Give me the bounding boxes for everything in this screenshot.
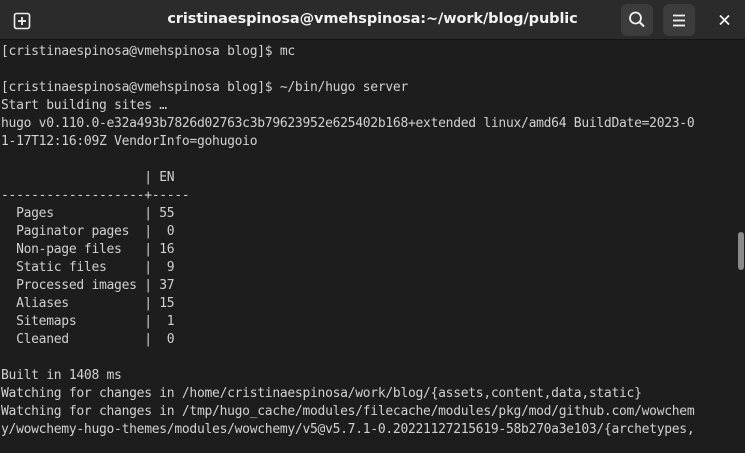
terminal-line: hugo v0.110.0-e32a493b7826d02763c3b79623… xyxy=(1,116,695,131)
terminal-line: 1-17T12:16:09Z VendorInfo=gohugoio xyxy=(1,134,258,149)
new-tab-icon xyxy=(13,12,31,30)
scrollbar-thumb[interactable] xyxy=(738,232,744,270)
close-icon xyxy=(719,14,730,26)
terminal-window: cristinaespinosa@vmehspinosa:~/work/blog… xyxy=(0,0,745,453)
terminal-line: | EN xyxy=(1,170,175,185)
terminal-line: Watching for changes in /home/cristinaes… xyxy=(1,386,642,401)
title-bar: cristinaespinosa@vmehspinosa:~/work/blog… xyxy=(0,0,745,40)
menu-button[interactable] xyxy=(663,4,695,36)
terminal-line: -------------------+----- xyxy=(1,188,190,203)
terminal-line: Static files | 9 xyxy=(1,260,175,275)
terminal-line: Non-page files | 16 xyxy=(1,242,175,257)
new-tab-button[interactable] xyxy=(6,4,38,36)
terminal-line: [cristinaespinosa@vmehspinosa blog]$ ~/b… xyxy=(1,80,408,95)
terminal-line: Pages | 55 xyxy=(1,206,175,221)
search-icon xyxy=(629,11,645,28)
terminal-line: Start building sites … xyxy=(1,98,167,113)
terminal-line: Aliases | 15 xyxy=(1,296,175,311)
terminal-line: Watching for changes in /tmp/hugo_cache/… xyxy=(1,404,695,419)
close-button[interactable] xyxy=(709,4,741,36)
terminal-line: Paginator pages | 0 xyxy=(1,224,175,239)
hamburger-menu-icon xyxy=(673,14,685,27)
terminal-line: y/wowchemy-hugo-themes/modules/wowchemy/… xyxy=(1,422,695,437)
scrollbar[interactable] xyxy=(738,40,745,453)
terminal-line: [cristinaespinosa@vmehspinosa blog]$ mc xyxy=(1,44,295,59)
terminal-line: Processed images | 37 xyxy=(1,278,175,293)
terminal-line: Sitemaps | 1 xyxy=(1,314,175,329)
terminal-line: Cleaned | 0 xyxy=(1,332,175,347)
terminal-output[interactable]: [cristinaespinosa@vmehspinosa blog]$ mc … xyxy=(0,40,738,453)
terminal-line: Built in 1408 ms xyxy=(1,368,122,383)
search-button[interactable] xyxy=(621,4,653,36)
